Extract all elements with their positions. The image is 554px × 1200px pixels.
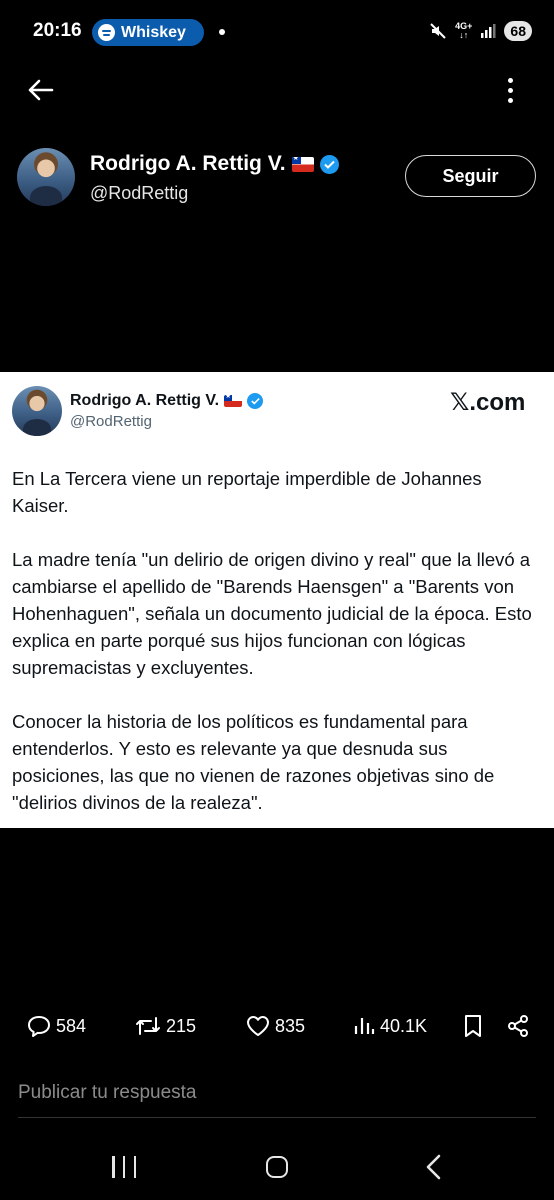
bookmark-icon: [465, 1015, 481, 1037]
tweet-actions-bar: 584 215 835 40.1K: [0, 1008, 554, 1044]
recent-apps-icon: [112, 1156, 115, 1178]
status-icons: 4G+ ↓↑ 68: [429, 21, 532, 41]
reply-count: 584: [56, 1015, 87, 1036]
card-author-name: Rodrigo A. Rettig V.: [70, 392, 264, 410]
battery-indicator: 68: [504, 21, 532, 41]
spotify-now-playing-pill[interactable]: Whiskey: [92, 19, 204, 46]
views-button[interactable]: 40.1K: [352, 1008, 427, 1044]
share-icon: [508, 1015, 528, 1037]
bookmark-button[interactable]: [462, 1008, 484, 1044]
chile-flag-icon: [291, 156, 314, 172]
repost-count: 215: [166, 1015, 197, 1036]
chevron-left-icon: [426, 1154, 441, 1180]
recent-apps-button[interactable]: [112, 1156, 136, 1178]
verified-badge-icon: [319, 154, 339, 174]
repost-button[interactable]: 215: [134, 1008, 196, 1044]
card-author-handle: @RodRettig: [70, 413, 152, 430]
status-time: 20:16: [33, 20, 82, 41]
home-button[interactable]: [266, 1156, 288, 1178]
tweet-paragraph: La madre tenía "un delirio de origen div…: [12, 549, 532, 678]
tweet-paragraph: En La Tercera viene un reportaje imperdi…: [12, 468, 482, 516]
card-avatar: [12, 386, 62, 436]
spotify-track-label: Whiskey: [121, 23, 186, 41]
views-chart-icon: [354, 1018, 375, 1034]
system-back-button[interactable]: [424, 1154, 444, 1180]
reply-icon: [28, 1016, 50, 1037]
views-count: 40.1K: [380, 1015, 428, 1036]
arrow-left-icon: [28, 79, 54, 101]
reply-divider: [18, 1117, 536, 1118]
verified-badge-icon: [247, 393, 264, 409]
author-handle[interactable]: @RodRettig: [90, 183, 188, 204]
network-type: 4G+ ↓↑: [455, 21, 473, 40]
tweet-body: En La Tercera viene un reportaje imperdi…: [12, 465, 532, 843]
reply-button[interactable]: 584: [26, 1008, 86, 1044]
mute-icon: [430, 23, 446, 39]
x-com-logo: 𝕏.com: [450, 389, 526, 416]
like-button[interactable]: 835: [245, 1008, 305, 1044]
signal-icon: [481, 24, 496, 38]
more-dots-icon: [507, 77, 513, 83]
follow-button[interactable]: Seguir: [405, 155, 536, 197]
repost-icon: [136, 1017, 160, 1035]
author-name[interactable]: Rodrigo A. Rettig V.: [90, 152, 339, 176]
chile-flag-icon: [224, 395, 243, 407]
like-count: 835: [275, 1015, 306, 1036]
notification-dot: [219, 29, 225, 35]
share-button[interactable]: [506, 1008, 530, 1044]
back-button[interactable]: [20, 72, 60, 108]
heart-icon: [247, 1016, 269, 1036]
spotify-icon: [98, 24, 115, 41]
avatar[interactable]: [17, 148, 75, 206]
more-options-button[interactable]: [496, 72, 524, 108]
tweet-paragraph: Conocer la historia de los políticos es …: [12, 711, 495, 813]
reply-input[interactable]: Publicar tu respuesta: [18, 1082, 197, 1104]
